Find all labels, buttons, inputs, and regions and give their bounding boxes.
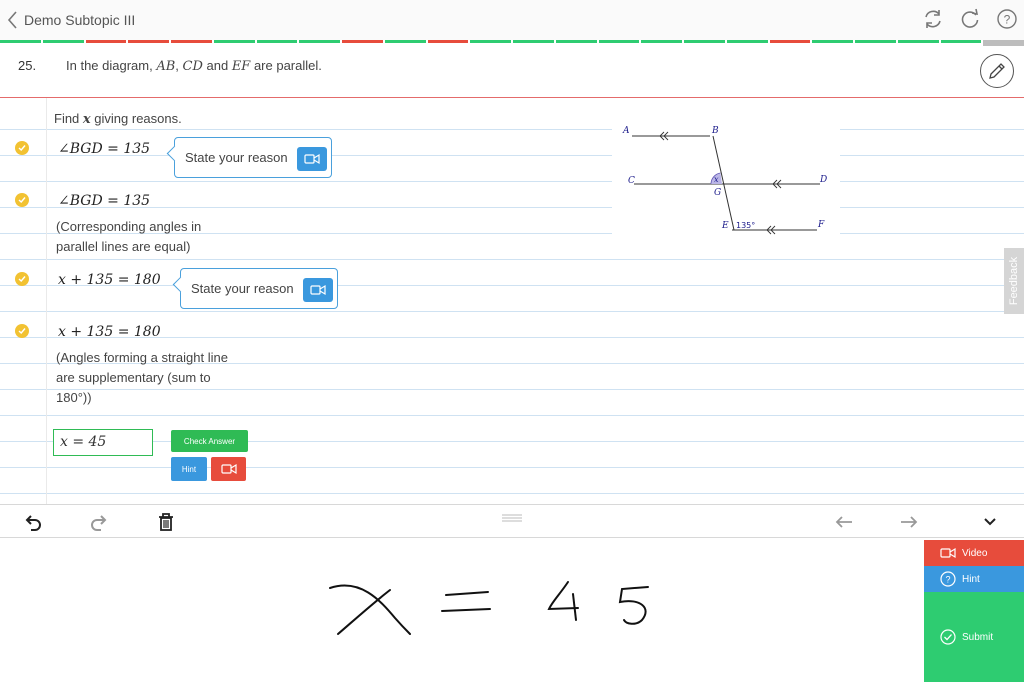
- submit-label: Submit: [962, 631, 994, 643]
- video-camera-icon: [304, 153, 320, 165]
- label-g: G: [714, 188, 721, 198]
- step-4-reason-line-1: (Angles forming a straight line: [56, 350, 228, 365]
- reason-placeholder: State your reason: [185, 150, 288, 165]
- back-button[interactable]: Demo Subtopic III: [6, 9, 146, 31]
- progress-segment: [213, 40, 255, 43]
- answer-input[interactable]: x = 45: [53, 429, 153, 456]
- progress-segment: [427, 40, 469, 43]
- progress-segment: [641, 40, 682, 43]
- check-icon: [15, 324, 29, 338]
- step-1-reason-field[interactable]: State your reason: [174, 137, 332, 178]
- step-1-statement: ∠BGD = 135: [58, 141, 151, 157]
- parallel-lines-diagram: A B C D x G E 135° F: [612, 114, 840, 244]
- chevron-left-icon: [7, 11, 17, 29]
- label-x: x: [714, 175, 719, 184]
- check-circle-icon: [940, 629, 956, 645]
- submit-button[interactable]: Submit: [924, 592, 1024, 682]
- progress-segment: [897, 40, 939, 43]
- progress-segment: [256, 40, 298, 43]
- progress-segment: [513, 40, 554, 43]
- progress-segment: [812, 40, 853, 43]
- arrow-left-icon[interactable]: [833, 511, 855, 533]
- check-icon: [15, 272, 29, 286]
- reason-placeholder: State your reason: [191, 281, 294, 296]
- progress-segment: [42, 40, 84, 43]
- help-icon: ?: [940, 571, 956, 587]
- question-text: In the diagram, AB, CD and EF are parall…: [66, 58, 322, 74]
- progress-segment: [0, 40, 41, 43]
- progress-segment: [384, 40, 426, 43]
- progress-segment: [128, 40, 169, 43]
- topic-title: Demo Subtopic III: [24, 12, 136, 28]
- margin-line: [46, 98, 47, 504]
- progress-segment: [171, 40, 212, 43]
- svg-text:?: ?: [1004, 13, 1011, 27]
- handwriting-strokes: [329, 581, 649, 635]
- refresh-icon[interactable]: [959, 8, 981, 30]
- trash-icon[interactable]: [155, 511, 177, 533]
- pencil-icon: [989, 63, 1005, 79]
- progress-segment: [855, 40, 896, 43]
- label-a: A: [622, 126, 630, 136]
- feedback-tab[interactable]: Feedback: [1004, 248, 1024, 314]
- progress-segment: [940, 40, 982, 43]
- progress-segment: [769, 40, 811, 43]
- redo-icon[interactable]: [88, 511, 110, 533]
- progress-segment: [684, 40, 725, 43]
- chevron-down-icon[interactable]: [979, 511, 1001, 533]
- hint-button[interactable]: Hint: [171, 457, 207, 481]
- label-d: D: [819, 175, 827, 185]
- svg-text:?: ?: [945, 575, 950, 585]
- video-camera-icon: [310, 284, 326, 296]
- video-camera-icon: [940, 547, 956, 559]
- label-e: E: [721, 221, 729, 231]
- step-4-reason-line-2: are supplementary (sum to: [56, 370, 211, 385]
- label-b: B: [711, 126, 719, 136]
- top-bar: Demo Subtopic III ?: [0, 0, 1024, 40]
- step-4-reason-line-3: 180°)): [56, 390, 92, 405]
- progress-segment: [598, 40, 640, 43]
- progress-segment: [555, 40, 597, 43]
- handwriting-canvas[interactable]: [0, 538, 924, 682]
- video-side-label: Video: [962, 547, 988, 559]
- drawing-toolbar: [0, 504, 1024, 538]
- progress-segment: [85, 40, 127, 43]
- arrow-right-icon[interactable]: [898, 511, 920, 533]
- video-camera-icon: [220, 463, 237, 475]
- label-c: C: [628, 176, 635, 186]
- progress-segment: [342, 40, 383, 43]
- sync-icon[interactable]: [922, 8, 944, 30]
- diagram-svg: A B C D x G E 135° F: [622, 126, 827, 235]
- help-icon[interactable]: ?: [996, 8, 1018, 30]
- hint-side-label: Hint: [962, 573, 980, 585]
- video-hint-button[interactable]: [211, 457, 246, 481]
- check-icon: [15, 141, 29, 155]
- worksheet-area: Find x giving reasons. ∠BGD = 135 State …: [0, 98, 1024, 504]
- check-icon: [15, 193, 29, 207]
- resize-handle-icon[interactable]: [502, 509, 522, 522]
- step-2-reason-line-2: parallel lines are equal): [56, 239, 191, 254]
- label-f: F: [817, 220, 825, 230]
- progress-segment: [470, 40, 511, 43]
- step-3-reason-field[interactable]: State your reason: [180, 268, 338, 309]
- find-prompt: Find x giving reasons.: [54, 111, 182, 127]
- feedback-label: Feedback: [1008, 256, 1020, 306]
- progress-segment: [299, 40, 340, 43]
- step-3-statement: x + 135 = 180: [58, 272, 161, 288]
- step-2-statement: ∠BGD = 135: [58, 193, 151, 209]
- angle-label: 135°: [736, 221, 755, 230]
- undo-icon[interactable]: [22, 511, 44, 533]
- hint-side-button[interactable]: ? Hint: [924, 566, 1024, 592]
- pencil-button[interactable]: [980, 54, 1014, 88]
- step-4-statement: x + 135 = 180: [58, 324, 161, 340]
- step-2-reason-line-1: (Corresponding angles in: [56, 219, 202, 234]
- video-side-button[interactable]: Video: [924, 540, 1024, 566]
- question-number: 25.: [18, 58, 37, 73]
- progress-segment: [726, 40, 768, 43]
- check-answer-button[interactable]: Check Answer: [171, 430, 248, 452]
- question-header: 25. In the diagram, AB, CD and EF are pa…: [0, 46, 1024, 98]
- video-button[interactable]: [303, 278, 333, 302]
- video-button[interactable]: [297, 147, 327, 171]
